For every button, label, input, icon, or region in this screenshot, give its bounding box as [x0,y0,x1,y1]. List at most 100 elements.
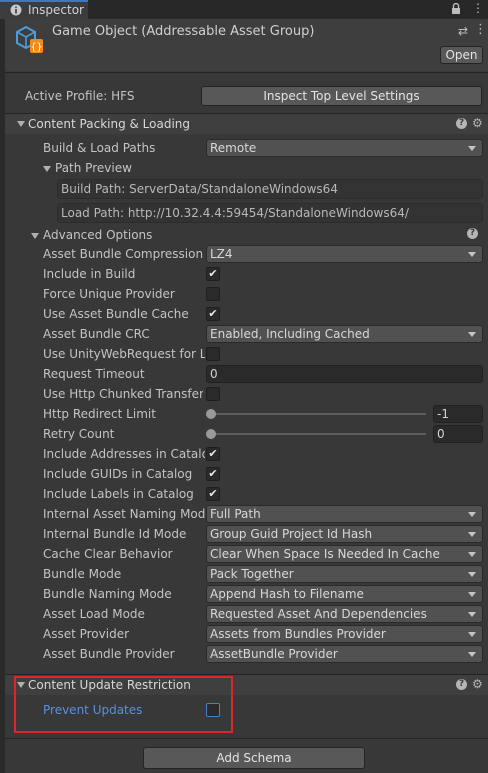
highlight-box [14,676,233,733]
include-addresses-label: Include Addresses in Catalog [43,447,205,461]
bundle-naming-dropdown[interactable]: Append Hash to Filename [206,585,483,603]
divider [5,72,488,73]
gear-icon[interactable]: ⚙ [472,678,483,690]
include-in-build-checkbox[interactable]: ✔ [206,267,220,281]
request-timeout-label: Request Timeout [43,367,145,381]
cache-clear-label: Cache Clear Behavior [43,547,173,561]
dropdown-value: LZ4 [210,247,233,261]
chevron-down-icon [468,532,476,537]
info-icon [10,4,22,16]
cache-clear-dropdown[interactable]: Clear When Space Is Needed In Cache [206,545,483,563]
svg-text:{}: {} [30,42,42,53]
chevron-down-icon [468,632,476,637]
foldout-triangle-icon[interactable] [43,166,51,172]
content-packing-title: Content Packing & Loading [28,117,191,131]
retry-count-slider[interactable] [209,433,426,435]
dropdown-value: Clear When Space Is Needed In Cache [210,547,440,561]
field-value: 0 [210,367,218,381]
bundle-crc-dropdown[interactable]: Enabled, Including Cached [206,325,483,343]
add-schema-button[interactable]: Add Schema [143,747,365,769]
kebab-menu-icon[interactable]: ⋮ [474,22,487,37]
chevron-down-icon [468,552,476,557]
bundle-id-mode-label: Internal Bundle Id Mode [43,527,187,541]
asset-provider-label: Asset Provider [43,627,130,641]
include-guids-label: Include GUIDs in Catalog [43,467,193,481]
dropdown-value: AssetBundle Provider [210,647,338,661]
chevron-down-icon [468,512,476,517]
chevron-down-icon [468,592,476,597]
bundle-crc-label: Asset Bundle CRC [43,327,150,341]
divider [5,738,488,739]
chevron-down-icon [468,572,476,577]
use-uwr-label: Use UnityWebRequest for Lo [43,347,205,361]
dropdown-value: Group Guid Project Id Hash [210,527,373,541]
inspect-top-level-settings-button[interactable]: Inspect Top Level Settings [201,86,482,106]
naming-mode-label: Internal Asset Naming Mode [43,507,205,521]
sliders-icon[interactable]: ⇄ [458,24,468,38]
active-profile-label: Active Profile: HFS [25,89,135,103]
redirect-limit-slider[interactable] [209,413,426,415]
load-path-field: Load Path: http://10.32.4.4:59454/Standa… [57,203,483,223]
dropdown-value: Requested Asset And Dependencies [210,607,427,621]
use-bundle-cache-label: Use Asset Bundle Cache [43,307,189,321]
chevron-down-icon [468,612,476,617]
include-in-build-label: Include in Build [43,267,136,281]
slider-knob[interactable] [206,429,216,439]
kebab-menu-icon[interactable]: ⋮ [472,1,484,15]
tab-inspector[interactable]: Inspector [0,0,88,19]
header-title: Game Object (Addressable Asset Group) [52,24,315,39]
bundle-id-mode-dropdown[interactable]: Group Guid Project Id Hash [206,525,483,543]
lock-icon[interactable] [451,3,461,15]
content-packing-foldout[interactable]: Content Packing & Loading ? ⚙ [5,114,488,134]
open-button[interactable]: Open [440,46,483,64]
field-value: 0 [437,427,445,441]
build-load-paths-label: Build & Load Paths [43,141,156,155]
include-labels-checkbox[interactable]: ✔ [206,487,220,501]
naming-mode-dropdown[interactable]: Full Path [206,505,483,523]
force-unique-provider-label: Force Unique Provider [43,287,175,301]
request-timeout-field[interactable]: 0 [206,365,483,383]
include-guids-checkbox[interactable]: ✔ [206,467,220,481]
help-icon[interactable]: ? [467,228,478,239]
bundle-naming-label: Bundle Naming Mode [43,587,172,601]
dropdown-value: Full Path [210,507,261,521]
compression-label: Asset Bundle Compression [43,247,203,261]
foldout-triangle-icon[interactable] [31,233,39,239]
chunked-transfer-label: Use Http Chunked Transfer [43,387,203,401]
redirect-limit-field[interactable]: -1 [433,405,483,423]
build-path-field: Build Path: ServerData/StandaloneWindows… [57,179,483,199]
help-icon[interactable]: ? [456,679,467,690]
help-icon[interactable]: ? [456,118,467,129]
retry-count-label: Retry Count [43,427,115,441]
redirect-limit-label: Http Redirect Limit [43,407,156,421]
dropdown-value: Remote [210,141,257,155]
include-addresses-checkbox[interactable]: ✔ [206,447,220,461]
load-mode-dropdown[interactable]: Requested Asset And Dependencies [206,605,483,623]
bundle-mode-dropdown[interactable]: Pack Together [206,565,483,583]
chevron-down-icon [468,146,476,151]
chevron-down-icon [468,332,476,337]
build-path-text: Build Path: ServerData/StandaloneWindows… [61,182,338,196]
tab-title: Inspector [28,3,84,17]
retry-count-field[interactable]: 0 [433,425,483,443]
dropdown-value: Append Hash to Filename [210,587,364,601]
bundle-mode-label: Bundle Mode [43,567,122,581]
include-labels-label: Include Labels in Catalog [43,487,194,501]
force-unique-provider-checkbox[interactable] [206,287,220,301]
path-preview-title: Path Preview [55,161,132,175]
build-load-paths-dropdown[interactable]: Remote [206,139,483,157]
use-bundle-cache-checkbox[interactable]: ✔ [206,307,220,321]
bundle-provider-label: Asset Bundle Provider [43,647,175,661]
compression-dropdown[interactable]: LZ4 [206,245,483,263]
bundle-provider-dropdown[interactable]: AssetBundle Provider [206,645,483,663]
asset-provider-dropdown[interactable]: Assets from Bundles Provider [206,625,483,643]
chevron-down-icon [468,652,476,657]
slider-knob[interactable] [206,409,216,419]
load-mode-label: Asset Load Mode [43,607,145,621]
gear-icon[interactable]: ⚙ [472,117,483,129]
chunked-transfer-checkbox[interactable] [206,387,220,401]
dropdown-value: Assets from Bundles Provider [210,627,386,641]
advanced-options-title: Advanced Options [43,228,153,242]
use-uwr-checkbox[interactable] [206,347,220,361]
dropdown-value: Pack Together [210,567,294,581]
